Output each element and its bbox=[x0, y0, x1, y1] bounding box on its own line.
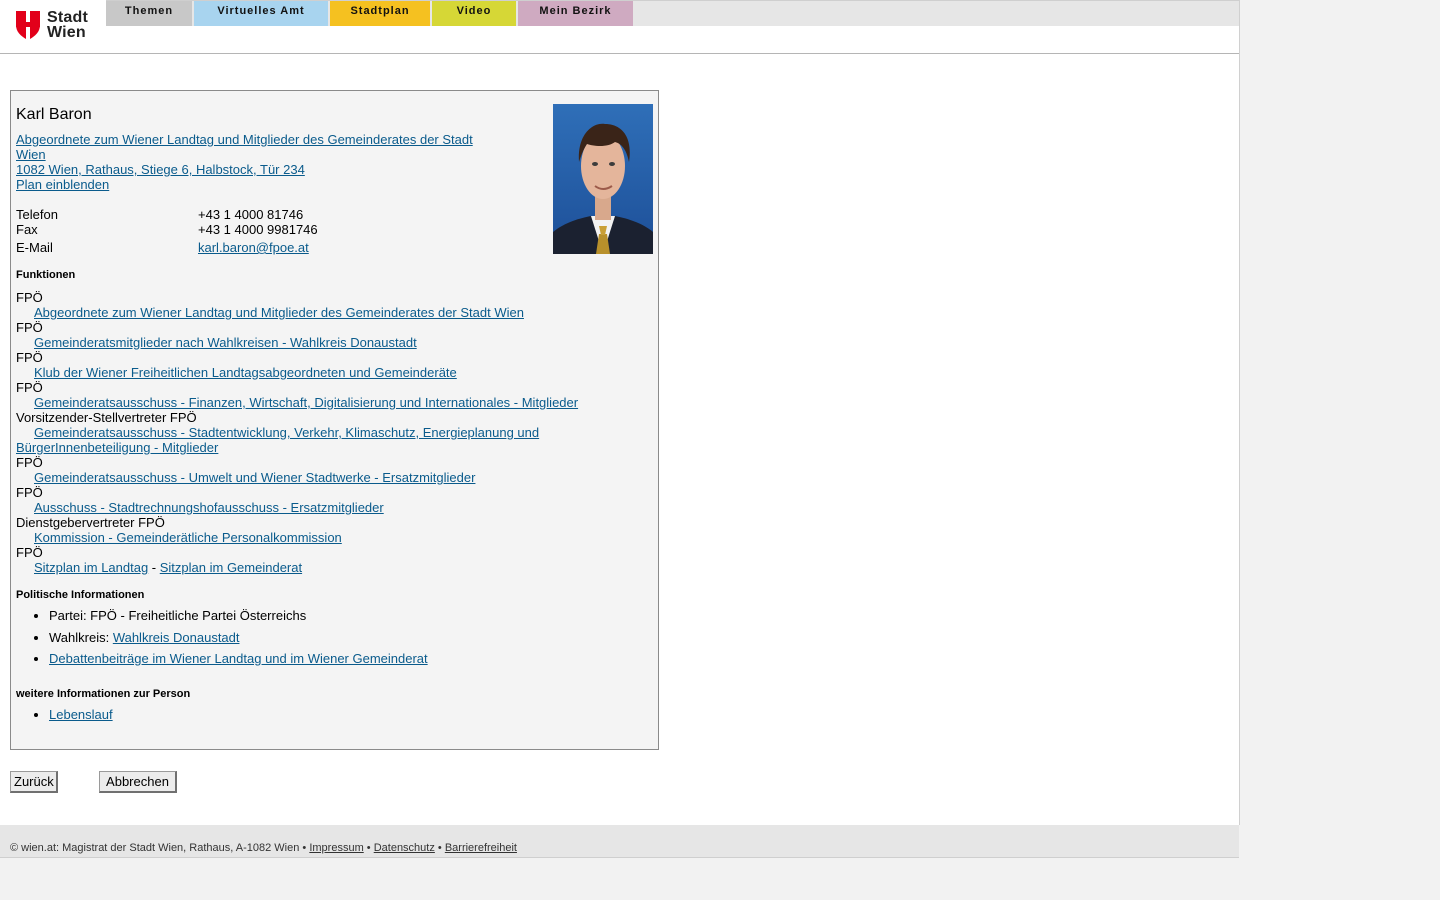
abbrechen-button[interactable]: Abbrechen bbox=[99, 771, 177, 793]
separator: • bbox=[363, 842, 374, 854]
function-role: FPÖ bbox=[16, 320, 43, 335]
plan-einblenden-link[interactable]: Plan einblenden bbox=[16, 177, 109, 192]
separator: • bbox=[434, 842, 445, 854]
tab-virtuelles-amt[interactable]: Virtuelles Amt bbox=[194, 1, 328, 26]
function-link[interactable]: Gemeinderatsausschuss - Umwelt und Wiene… bbox=[34, 470, 475, 485]
function-role: Dienstgebervertreter FPÖ bbox=[16, 515, 165, 530]
fax-value: +43 1 4000 9981746 bbox=[198, 222, 318, 237]
footer: © wien.at: Magistrat der Stadt Wien, Rat… bbox=[0, 825, 1239, 858]
person-name: Karl Baron bbox=[16, 106, 92, 123]
partei-text: Partei: FPÖ - Freiheitliche Partei Öster… bbox=[49, 608, 307, 623]
lebenslauf-link[interactable]: Lebenslauf bbox=[49, 707, 113, 722]
barrierefreiheit-link[interactable]: Barrierefreiheit bbox=[445, 842, 517, 854]
page: Stadt Wien Themen Virtuelles Amt Stadtpl… bbox=[0, 0, 1240, 825]
function-link[interactable]: Abgeordnete zum Wiener Landtag und Mitgl… bbox=[34, 305, 524, 320]
wien-shield-icon bbox=[16, 11, 40, 39]
sitzplan-gemeinderat-link[interactable]: Sitzplan im Gemeinderat bbox=[160, 560, 302, 575]
function-role: FPÖ bbox=[16, 290, 43, 305]
email-link[interactable]: karl.baron@fpoe.at bbox=[198, 240, 309, 255]
separator: - bbox=[148, 560, 160, 575]
funktionen-list: FPÖ Abgeordnete zum Wiener Landtag und M… bbox=[16, 290, 616, 575]
main-navigation: Themen Virtuelles Amt Stadtplan Video Me… bbox=[106, 0, 1239, 26]
function-link[interactable]: Ausschuss - Stadtrechnungshofausschuss -… bbox=[34, 500, 384, 515]
funktionen-heading: Funktionen bbox=[16, 269, 76, 281]
zurueck-button[interactable]: Zurück bbox=[10, 771, 58, 793]
debatten-link[interactable]: Debattenbeiträge im Wiener Landtag und i… bbox=[49, 651, 428, 666]
list-item: Partei: FPÖ - Freiheitliche Partei Öster… bbox=[49, 608, 428, 623]
logo-text: Stadt Wien bbox=[47, 9, 88, 41]
address-block: Abgeordnete zum Wiener Landtag und Mitgl… bbox=[16, 132, 486, 192]
tab-video[interactable]: Video bbox=[432, 1, 516, 26]
sitzplan-landtag-link[interactable]: Sitzplan im Landtag bbox=[34, 560, 148, 575]
list-item: Wahlkreis: Wahlkreis Donaustadt bbox=[49, 630, 428, 645]
list-item: Debattenbeiträge im Wiener Landtag und i… bbox=[49, 651, 428, 666]
tab-stadtplan[interactable]: Stadtplan bbox=[330, 1, 430, 26]
function-link[interactable]: Klub der Wiener Freiheitlichen Landtagsa… bbox=[34, 365, 457, 380]
datenschutz-link[interactable]: Datenschutz bbox=[374, 842, 435, 854]
function-role: FPÖ bbox=[16, 485, 43, 500]
wahlkreis-label: Wahlkreis: bbox=[49, 630, 113, 645]
function-link-line2[interactable]: BürgerInnenbeteiligung - Mitglieder bbox=[16, 440, 218, 455]
stadt-wien-logo[interactable]: Stadt Wien bbox=[16, 10, 96, 42]
role-link-line1[interactable]: Abgeordnete zum Wiener Landtag und Mitgl… bbox=[16, 132, 473, 147]
tab-mein-bezirk[interactable]: Mein Bezirk bbox=[518, 1, 633, 26]
logo-line-wien: Wien bbox=[47, 24, 86, 41]
function-role: Vorsitzender-Stellvertreter FPÖ bbox=[16, 410, 197, 425]
fax-label: Fax bbox=[16, 222, 38, 237]
function-link[interactable]: Gemeinderatsausschuss - Finanzen, Wirtsc… bbox=[34, 395, 578, 410]
impressum-link[interactable]: Impressum bbox=[309, 842, 363, 854]
function-link-line1[interactable]: Gemeinderatsausschuss - Stadtentwicklung… bbox=[34, 425, 539, 440]
list-item: Lebenslauf bbox=[49, 707, 113, 722]
function-link[interactable]: Kommission - Gemeinderätliche Personalko… bbox=[34, 530, 342, 545]
logo-line-stadt: Stadt bbox=[47, 9, 88, 26]
copyright-text: © wien.at: Magistrat der Stadt Wien, Rat… bbox=[10, 842, 310, 854]
person-photo bbox=[553, 104, 653, 254]
email-label: E-Mail bbox=[16, 240, 53, 255]
function-role: FPÖ bbox=[16, 455, 43, 470]
politische-informationen-list: Partei: FPÖ - Freiheitliche Partei Öster… bbox=[16, 608, 428, 666]
header: Stadt Wien Themen Virtuelles Amt Stadtpl… bbox=[0, 0, 1239, 54]
footer-text: © wien.at: Magistrat der Stadt Wien, Rat… bbox=[10, 842, 517, 854]
role-link-line2[interactable]: Wien bbox=[16, 147, 46, 162]
function-link[interactable]: Gemeinderatsmitglieder nach Wahlkreisen … bbox=[34, 335, 417, 350]
politische-informationen-heading: Politische Informationen bbox=[16, 589, 145, 601]
function-role: FPÖ bbox=[16, 350, 43, 365]
function-role: FPÖ bbox=[16, 380, 43, 395]
weitere-informationen-list: Lebenslauf bbox=[16, 707, 113, 722]
function-role: FPÖ bbox=[16, 545, 43, 560]
phone-label: Telefon bbox=[16, 207, 58, 222]
address-link[interactable]: 1082 Wien, Rathaus, Stiege 6, Halbstock,… bbox=[16, 162, 305, 177]
weitere-informationen-heading: weitere Informationen zur Person bbox=[16, 688, 191, 700]
person-card: Karl Baron Abgeordnete zum Wiener Landta… bbox=[10, 90, 659, 750]
wahlkreis-link[interactable]: Wahlkreis Donaustadt bbox=[113, 630, 240, 645]
tab-themen[interactable]: Themen bbox=[106, 1, 192, 26]
phone-value: +43 1 4000 81746 bbox=[198, 207, 304, 222]
